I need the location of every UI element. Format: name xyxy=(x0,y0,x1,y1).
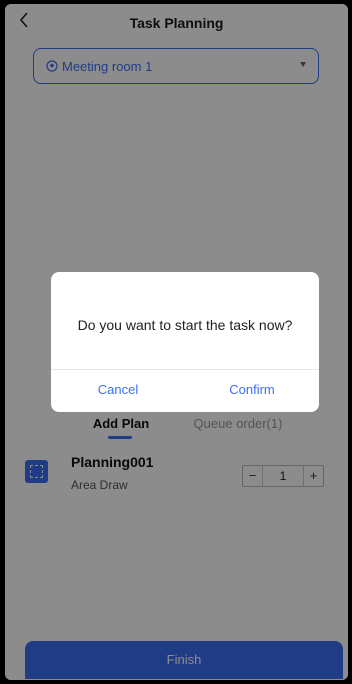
confirm-button[interactable]: Confirm xyxy=(185,382,319,397)
dialog-divider xyxy=(51,369,319,370)
confirm-dialog: Do you want to start the task now? Cance… xyxy=(51,272,319,412)
cancel-button[interactable]: Cancel xyxy=(51,382,185,397)
app-screen: Task Planning Meeting room 1 Add Plan Qu… xyxy=(5,4,348,680)
dialog-message: Do you want to start the task now? xyxy=(77,317,293,333)
